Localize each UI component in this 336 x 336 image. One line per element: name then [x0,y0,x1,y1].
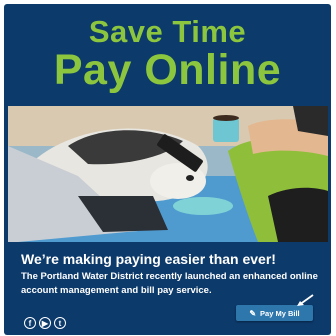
twitter-icon[interactable]: t [54,317,66,329]
promo-card: Save Time Pay Online We’re making paying… [4,4,331,335]
headline: We’re making paying easier than ever! [21,251,276,267]
description: The Portland Water District recently lau… [21,271,318,296]
hero-photo [8,106,328,242]
social-links: f ▶ t [24,317,66,329]
title-save-time: Save Time [88,14,247,49]
wrench-icon: ✎ [249,308,257,318]
title-pay-online: Pay Online [53,46,282,94]
facebook-icon[interactable]: f [24,317,36,329]
pointer-arrow-icon [297,294,314,306]
pay-my-bill-label: Pay My Bill [260,308,300,318]
youtube-icon[interactable]: ▶ [39,317,51,329]
